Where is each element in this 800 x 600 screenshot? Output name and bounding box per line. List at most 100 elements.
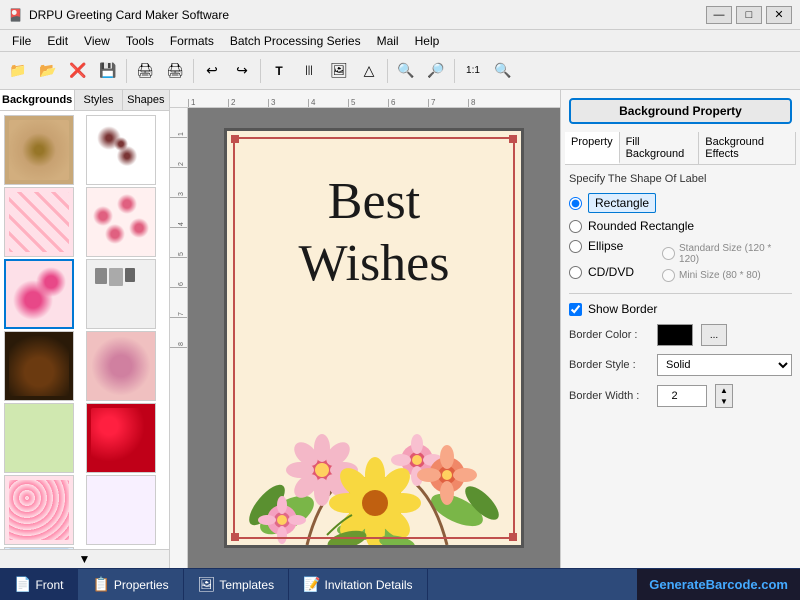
border-color-picker-btn[interactable]: ... [701, 324, 727, 346]
tab-fill-background[interactable]: Fill Background [620, 132, 700, 164]
tab-properties[interactable]: 📋 Properties [78, 569, 183, 600]
right-panel: Background Property Property Fill Backgr… [560, 90, 800, 568]
tab-backgrounds[interactable]: Backgrounds [0, 90, 75, 110]
maximize-button[interactable]: □ [736, 6, 762, 24]
radio-rectangle[interactable] [569, 197, 582, 210]
toolbar-barcode[interactable]: ||| [295, 57, 323, 85]
toolbar-sep-4 [387, 59, 388, 83]
toolbar-image[interactable]: 🖼 [325, 57, 353, 85]
tab-templates[interactable]: 🖼 Templates [184, 569, 289, 600]
radio-mini-size[interactable] [662, 269, 675, 282]
cddvd-label: CD/DVD [588, 265, 634, 279]
bg-thumb-4[interactable] [86, 187, 156, 257]
toolbar-new[interactable]: 📁 [4, 57, 32, 85]
tab-invitation-details[interactable]: 📝 Invitation Details [289, 569, 427, 600]
bg-thumb-5[interactable] [4, 259, 74, 329]
backgrounds-grid [0, 111, 169, 549]
border-style-row: Border Style : Solid Dashed Dotted [569, 354, 792, 376]
titlebar: 🎴 DRPU Greeting Card Maker Software — □ … [0, 0, 800, 30]
bg-thumb-1[interactable] [4, 115, 74, 185]
front-icon: 📄 [14, 576, 31, 593]
bg-thumb-12[interactable] [86, 475, 156, 545]
sub-radio-mini: Mini Size (80 * 80) [662, 269, 792, 282]
menubar: File Edit View Tools Formats Batch Proce… [0, 30, 800, 52]
invitation-icon: 📝 [303, 576, 320, 593]
tab-properties-label: Properties [114, 578, 169, 592]
menu-mail[interactable]: Mail [369, 32, 407, 50]
tab-front[interactable]: 📄 Front [0, 569, 78, 600]
toolbar-1to1[interactable]: 1:1 [459, 57, 487, 85]
toolbar-sep-1 [126, 59, 127, 83]
bg-thumb-10[interactable] [86, 403, 156, 473]
spin-down[interactable]: ▼ [716, 396, 732, 407]
divider-1 [569, 293, 792, 294]
border-width-input[interactable] [657, 385, 707, 407]
close-button[interactable]: ✕ [766, 6, 792, 24]
radio-rounded-row: Rounded Rectangle [569, 219, 792, 233]
toolbar-save[interactable]: 💾 [94, 57, 122, 85]
rounded-rectangle-label: Rounded Rectangle [588, 219, 694, 233]
toolbar-close[interactable]: ❌ [64, 57, 92, 85]
card-text-line1: Best [227, 171, 521, 233]
tab-styles[interactable]: Styles [75, 90, 122, 110]
bg-thumb-7[interactable] [4, 331, 74, 401]
menu-batch-processing[interactable]: Batch Processing Series [222, 32, 369, 50]
show-border-checkbox[interactable] [569, 303, 582, 316]
radio-cddvd-item: CD/DVD [569, 265, 634, 279]
bottom-bar: 📄 Front 📋 Properties 🖼 Templates 📝 Invit… [0, 568, 800, 600]
toolbar-undo[interactable]: ↩ [198, 57, 226, 85]
bg-thumb-8[interactable] [86, 331, 156, 401]
border-color-swatch[interactable] [657, 324, 693, 346]
radio-ellipse-item: Ellipse [569, 239, 634, 253]
radio-standard-size[interactable] [662, 247, 675, 260]
ruler-vertical: 1 2 3 4 5 6 7 8 [170, 108, 188, 568]
bg-thumb-11[interactable] [4, 475, 74, 545]
radio-rectangle-row: Rectangle [569, 193, 792, 213]
toolbar-print[interactable]: 🖨 [131, 57, 159, 85]
toolbar-magnify[interactable]: 🔍 [489, 57, 517, 85]
menu-edit[interactable]: Edit [39, 32, 76, 50]
toolbar-redo[interactable]: ↪ [228, 57, 256, 85]
standard-size-label: Standard Size (120 * 120) [679, 243, 792, 265]
menu-help[interactable]: Help [407, 32, 448, 50]
menu-view[interactable]: View [76, 32, 118, 50]
toolbar-zoom-out[interactable]: 🔎 [422, 57, 450, 85]
radio-ellipse-cddvd-row: Ellipse CD/DVD Standard Size (120 * 120) [569, 239, 792, 285]
properties-icon: 📋 [92, 576, 109, 593]
canvas-area[interactable]: 1 2 3 4 5 6 7 8 1 2 3 4 5 6 7 8 [170, 90, 560, 568]
card-text: Best Wishes [227, 171, 521, 296]
right-tabs: Property Fill Background Background Effe… [565, 132, 796, 165]
barcode-area: GenerateBarcode.com [637, 569, 800, 600]
spin-up[interactable]: ▲ [716, 385, 732, 396]
toolbar-print2[interactable]: 🖨 [161, 57, 189, 85]
sub-radio-standard: Standard Size (120 * 120) [662, 243, 792, 265]
mini-size-label: Mini Size (80 * 80) [679, 270, 761, 281]
toolbar-open[interactable]: 📂 [34, 57, 62, 85]
radio-cddvd[interactable] [569, 266, 582, 279]
bg-thumb-9[interactable] [4, 403, 74, 473]
tab-background-effects[interactable]: Background Effects [699, 132, 796, 164]
tab-property[interactable]: Property [565, 132, 620, 164]
toolbar-text[interactable]: T [265, 57, 293, 85]
app-title: DRPU Greeting Card Maker Software [29, 8, 229, 22]
toolbar-zoom-in[interactable]: 🔍 [392, 57, 420, 85]
border-color-label: Border Color : [569, 329, 649, 341]
menu-file[interactable]: File [4, 32, 39, 50]
toolbar-shape[interactable]: △ [355, 57, 383, 85]
radio-rounded-rectangle[interactable] [569, 220, 582, 233]
canvas-content[interactable]: Best Wishes [188, 108, 560, 568]
border-style-select[interactable]: Solid Dashed Dotted [657, 354, 792, 376]
bg-thumb-2[interactable] [86, 115, 156, 185]
minimize-button[interactable]: — [706, 6, 732, 24]
radio-ellipse[interactable] [569, 240, 582, 253]
scroll-down-arrow[interactable]: ▼ [0, 549, 169, 568]
show-border-label: Show Border [588, 302, 657, 316]
bg-thumb-3[interactable] [4, 187, 74, 257]
menu-tools[interactable]: Tools [118, 32, 162, 50]
menu-formats[interactable]: Formats [162, 32, 222, 50]
tab-shapes[interactable]: Shapes [123, 90, 169, 110]
card-inner: Best Wishes [227, 131, 521, 545]
border-width-spinner[interactable]: ▲ ▼ [715, 384, 733, 408]
greeting-card[interactable]: Best Wishes [224, 128, 524, 548]
bg-thumb-6[interactable] [86, 259, 156, 329]
